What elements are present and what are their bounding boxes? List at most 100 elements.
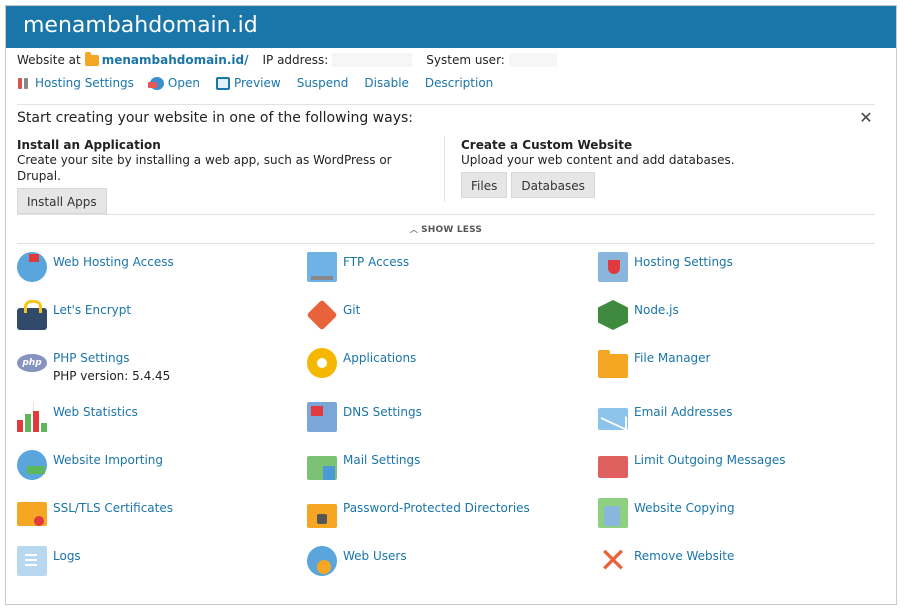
databases-button[interactable]: Databases	[511, 172, 595, 198]
remove-icon: ✕	[598, 541, 628, 581]
tool-limit-outgoing-messages[interactable]: Limit Outgoing Messages	[598, 450, 878, 490]
preview-label: Preview	[233, 76, 281, 90]
tool-label: Mail Settings	[343, 453, 421, 467]
users-icon	[307, 546, 337, 576]
git-icon	[306, 299, 338, 331]
system-user-label: System user:	[426, 53, 505, 67]
envelope-limit-icon	[598, 456, 628, 478]
tool-ssl-tls-certificates[interactable]: SSL/TLS Certificates	[17, 498, 297, 538]
disable-link[interactable]: Disable	[364, 76, 409, 90]
tool-label: Web Hosting Access	[53, 255, 174, 269]
tool-label: Email Addresses	[634, 405, 733, 419]
tool-php-settings[interactable]: php PHP Settings PHP version: 5.4.45	[17, 348, 297, 394]
divider	[17, 214, 875, 215]
tool-hosting-settings[interactable]: Hosting Settings	[598, 252, 878, 292]
log-file-icon	[17, 546, 47, 576]
tool-git[interactable]: Git	[306, 299, 587, 340]
system-user-value	[508, 53, 557, 67]
tool-label: Limit Outgoing Messages	[634, 453, 786, 467]
tool-website-importing[interactable]: Website Importing	[17, 450, 297, 490]
php-version: PHP version: 5.4.45	[53, 369, 171, 383]
php-icon: php	[17, 354, 47, 372]
hosting-settings-label: Hosting Settings	[35, 76, 134, 90]
nodejs-icon	[598, 300, 628, 330]
close-icon[interactable]: ✕	[859, 110, 873, 126]
tool-label: Web Users	[343, 549, 407, 563]
tool-label: FTP Access	[343, 255, 410, 269]
tool-dns-settings[interactable]: DNS Settings	[307, 402, 587, 442]
tool-label: Website Copying	[634, 501, 735, 515]
tool-label: Web Statistics	[53, 405, 138, 419]
custom-website-desc: Upload your web content and add database…	[461, 153, 735, 167]
chevron-up-icon: ︿	[409, 225, 419, 234]
mail-settings-icon	[307, 456, 337, 480]
install-application-section: Install an Application Create your site …	[17, 138, 437, 214]
tool-label: DNS Settings	[343, 405, 422, 419]
locked-folder-icon	[307, 504, 337, 528]
globe-import-icon	[17, 450, 47, 480]
tool-label: PHP Settings	[53, 351, 130, 365]
hosting-settings-icon	[598, 252, 628, 282]
tool-web-users[interactable]: Web Users	[307, 546, 587, 586]
tool-label: Hosting Settings	[634, 255, 733, 269]
install-application-title: Install an Application	[17, 138, 161, 152]
preview-icon	[215, 76, 230, 90]
tool-ftp-access[interactable]: FTP Access	[307, 252, 587, 292]
folder-icon	[84, 51, 99, 66]
tool-lets-encrypt[interactable]: Let's Encrypt	[17, 300, 297, 340]
tool-password-protected-directories[interactable]: Password-Protected Directories	[307, 498, 587, 538]
tool-label: Password-Protected Directories	[343, 501, 530, 515]
tool-web-hosting-access[interactable]: Web Hosting Access	[17, 252, 297, 292]
suspend-link[interactable]: Suspend	[297, 76, 349, 90]
dns-icon	[307, 402, 337, 432]
website-at-label: Website at	[17, 53, 81, 67]
ip-address-label: IP address:	[262, 53, 329, 67]
files-button[interactable]: Files	[461, 172, 508, 198]
tool-label: Let's Encrypt	[53, 303, 132, 317]
website-actions: Hosting Settings Open Preview Suspend Di…	[17, 76, 509, 90]
website-link[interactable]: menambahdomain.id/	[102, 53, 249, 67]
domain-title: menambahdomain.id	[6, 6, 896, 48]
tool-nodejs[interactable]: Node.js	[598, 300, 878, 340]
tool-website-copying[interactable]: Website Copying	[598, 498, 878, 538]
custom-website-section: Create a Custom Website Upload your web …	[461, 138, 861, 198]
tool-label: Git	[343, 303, 361, 317]
folder-icon	[598, 350, 628, 378]
tool-email-addresses[interactable]: Email Addresses	[598, 402, 878, 442]
open-link[interactable]: Open	[147, 76, 200, 90]
divider	[17, 243, 875, 244]
open-label: Open	[167, 76, 200, 90]
tool-label: Logs	[53, 549, 81, 563]
show-less-toggle[interactable]: ︿ SHOW LESS	[17, 224, 875, 235]
show-less-label: SHOW LESS	[421, 225, 483, 235]
ip-address-value	[332, 53, 413, 67]
tool-file-manager[interactable]: File Manager	[598, 348, 878, 388]
start-creating-title: Start creating your website in one of th…	[17, 110, 413, 126]
custom-website-title: Create a Custom Website	[461, 138, 633, 152]
bar-chart-icon	[17, 402, 47, 432]
tool-label: Node.js	[634, 303, 679, 317]
description-link[interactable]: Description	[425, 76, 493, 90]
certificate-icon	[17, 502, 47, 526]
copy-icon	[598, 498, 628, 528]
preview-link[interactable]: Preview	[215, 76, 281, 90]
hosting-settings-link[interactable]: Hosting Settings	[17, 76, 134, 90]
divider	[17, 104, 875, 105]
install-application-desc: Create your site by installing a web app…	[17, 153, 392, 183]
globe-flag-icon	[17, 252, 47, 282]
tool-logs[interactable]: Logs	[17, 546, 297, 586]
tool-label: Applications	[343, 351, 417, 365]
tool-applications[interactable]: Applications	[307, 348, 587, 388]
globe-icon	[147, 76, 164, 90]
ftp-icon	[307, 252, 337, 282]
tool-label: SSL/TLS Certificates	[53, 501, 173, 515]
section-separator	[444, 136, 445, 202]
envelope-icon	[598, 408, 628, 430]
tool-mail-settings[interactable]: Mail Settings	[307, 450, 587, 490]
tool-label: File Manager	[634, 351, 711, 365]
tool-web-statistics[interactable]: Web Statistics	[17, 402, 297, 442]
tool-remove-website[interactable]: ✕ Remove Website	[598, 541, 878, 586]
lock-icon	[17, 300, 47, 330]
website-info-row: Website at menambahdomain.id/ IP address…	[17, 51, 557, 68]
install-apps-button[interactable]: Install Apps	[17, 188, 107, 214]
